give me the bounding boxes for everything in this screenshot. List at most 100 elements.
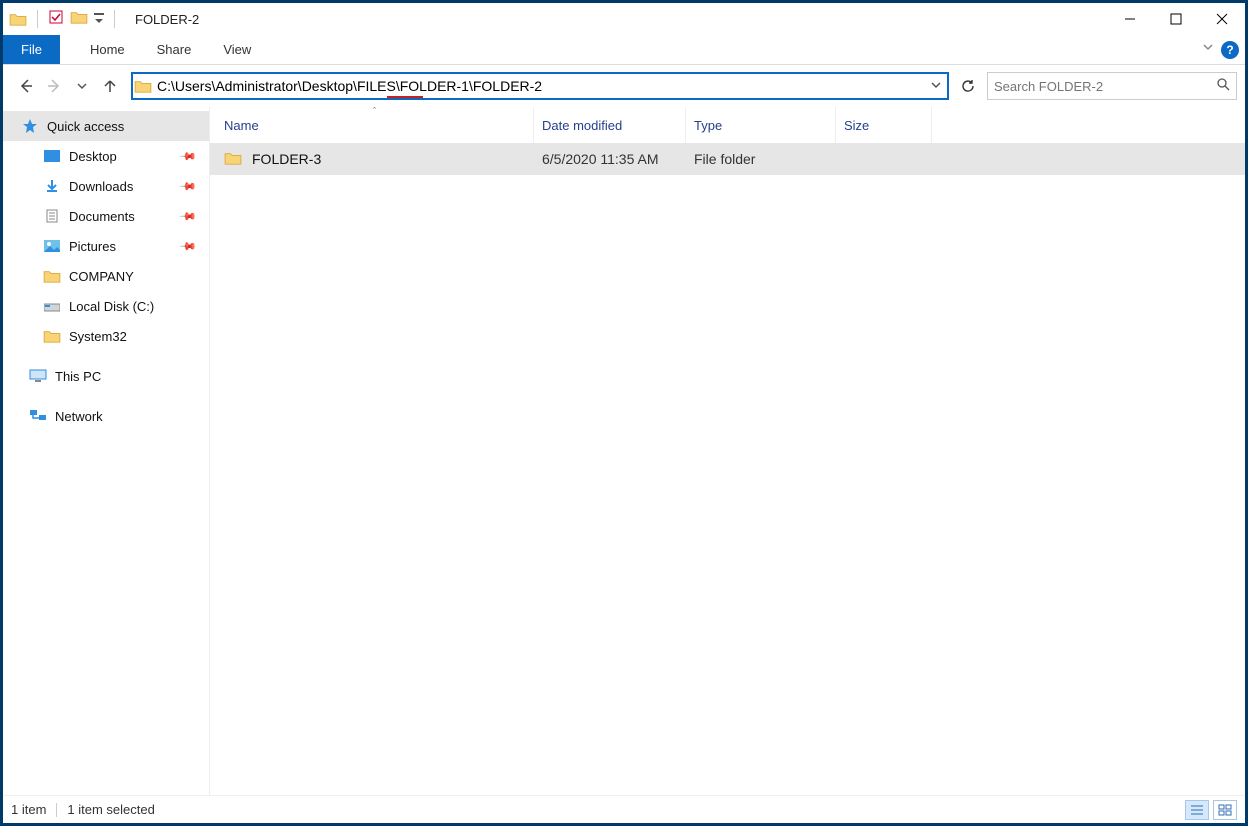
- nav-arrows: [11, 77, 125, 95]
- cell-name: FOLDER-3: [216, 143, 534, 175]
- qat-properties-icon[interactable]: [48, 9, 64, 30]
- file-name: FOLDER-3: [252, 151, 321, 167]
- status-bar: 1 item 1 item selected: [3, 795, 1245, 823]
- explorer-window: FOLDER-2 File Home Share View ?: [0, 0, 1248, 826]
- column-size[interactable]: Size: [836, 107, 932, 143]
- thumbnails-view-button[interactable]: [1213, 800, 1237, 820]
- column-size-label: Size: [844, 118, 869, 133]
- ribbon-tab-share[interactable]: Share: [141, 35, 208, 64]
- window-title: FOLDER-2: [135, 12, 199, 27]
- network-icon: [29, 408, 47, 424]
- nav-item-desktop[interactable]: Desktop 📌: [3, 141, 209, 171]
- separator-icon: [37, 10, 38, 28]
- sort-indicator-icon: ˆ: [373, 106, 376, 116]
- title-bar: FOLDER-2: [3, 3, 1245, 35]
- cell-type: File folder: [686, 143, 836, 175]
- address-folder-icon: [133, 79, 153, 93]
- search-input[interactable]: [994, 79, 1216, 94]
- nav-item-local-disk[interactable]: Local Disk (C:): [3, 291, 209, 321]
- forward-button[interactable]: [45, 77, 63, 95]
- recent-dropdown-icon[interactable]: [73, 77, 91, 95]
- column-date-label: Date modified: [542, 118, 622, 133]
- maximize-button[interactable]: [1153, 3, 1199, 35]
- status-item-count: 1 item: [11, 802, 46, 817]
- column-name-label: Name: [224, 118, 259, 133]
- column-headers: Name ˆ Date modified Type Size: [210, 107, 1245, 143]
- file-row[interactable]: FOLDER-3 6/5/2020 11:35 AM File folder: [210, 143, 1245, 175]
- up-button[interactable]: [101, 77, 119, 95]
- refresh-button[interactable]: [955, 73, 981, 99]
- nav-this-pc[interactable]: This PC: [3, 361, 209, 391]
- path-underline-files: [387, 96, 423, 98]
- cell-date: 6/5/2020 11:35 AM: [534, 143, 686, 175]
- quick-access-toolbar: [48, 9, 104, 30]
- nav-quick-access-label: Quick access: [47, 119, 124, 134]
- pin-icon: 📌: [179, 237, 198, 256]
- ribbon-tab-view[interactable]: View: [207, 35, 267, 64]
- column-type[interactable]: Type: [686, 107, 836, 143]
- nav-this-pc-label: This PC: [55, 369, 101, 384]
- folder-icon: [43, 268, 61, 284]
- nav-quick-access[interactable]: Quick access: [3, 111, 209, 141]
- nav-item-label: Documents: [69, 209, 135, 224]
- pin-icon: 📌: [179, 177, 198, 196]
- status-selection: 1 item selected: [67, 802, 154, 817]
- help-icon[interactable]: ?: [1221, 41, 1239, 59]
- nav-item-company[interactable]: COMPANY: [3, 261, 209, 291]
- documents-icon: [43, 208, 61, 224]
- body-area: Quick access Desktop 📌 Downloads 📌 Docum…: [3, 107, 1245, 795]
- pin-icon: 📌: [179, 207, 198, 226]
- search-icon[interactable]: [1216, 77, 1230, 96]
- nav-item-label: Desktop: [69, 149, 117, 164]
- qat-folder-icon[interactable]: [70, 10, 88, 29]
- disk-icon: [43, 298, 61, 314]
- address-dropdown-icon[interactable]: [925, 80, 947, 93]
- minimize-button[interactable]: [1107, 3, 1153, 35]
- this-pc-icon: [29, 368, 47, 384]
- desktop-icon: [43, 148, 61, 164]
- view-switcher: [1185, 800, 1237, 820]
- window-controls: [1107, 3, 1245, 35]
- navigation-pane: Quick access Desktop 📌 Downloads 📌 Docum…: [3, 107, 210, 795]
- pictures-icon: [43, 238, 61, 254]
- nav-item-documents[interactable]: Documents 📌: [3, 201, 209, 231]
- details-view-button[interactable]: [1185, 800, 1209, 820]
- close-button[interactable]: [1199, 3, 1245, 35]
- qat-dropdown-icon[interactable]: [94, 13, 104, 25]
- nav-item-system32[interactable]: System32: [3, 321, 209, 351]
- nav-item-label: Downloads: [69, 179, 133, 194]
- nav-item-downloads[interactable]: Downloads 📌: [3, 171, 209, 201]
- column-name[interactable]: Name ˆ: [216, 107, 534, 143]
- column-date[interactable]: Date modified: [534, 107, 686, 143]
- nav-item-label: COMPANY: [69, 269, 134, 284]
- search-box[interactable]: [987, 72, 1237, 100]
- title-left: FOLDER-2: [3, 9, 199, 30]
- downloads-icon: [43, 178, 61, 194]
- nav-row: [3, 65, 1245, 107]
- nav-item-label: Pictures: [69, 239, 116, 254]
- ribbon-tab-home[interactable]: Home: [74, 35, 141, 64]
- separator-icon: [114, 10, 115, 28]
- ribbon-tabs: File Home Share View ?: [3, 35, 1245, 65]
- nav-network-label: Network: [55, 409, 103, 424]
- pin-icon: 📌: [179, 147, 198, 166]
- folder-icon: [224, 151, 242, 168]
- nav-item-label: Local Disk (C:): [69, 299, 154, 314]
- app-folder-icon: [9, 12, 27, 26]
- ribbon-right: ?: [1201, 35, 1239, 64]
- column-type-label: Type: [694, 118, 722, 133]
- address-bar[interactable]: [131, 72, 949, 100]
- ribbon-collapse-icon[interactable]: [1201, 40, 1215, 59]
- quick-access-star-icon: [21, 118, 39, 134]
- folder-icon: [43, 328, 61, 344]
- separator-icon: [56, 803, 57, 817]
- nav-item-pictures[interactable]: Pictures 📌: [3, 231, 209, 261]
- list-pane: Name ˆ Date modified Type Size FOLDER-3 …: [210, 107, 1245, 795]
- ribbon-tab-file[interactable]: File: [3, 35, 60, 64]
- status-left: 1 item 1 item selected: [11, 802, 155, 817]
- back-button[interactable]: [17, 77, 35, 95]
- nav-item-label: System32: [69, 329, 127, 344]
- cell-size: [836, 143, 932, 175]
- address-input[interactable]: [153, 78, 925, 94]
- nav-network[interactable]: Network: [3, 401, 209, 431]
